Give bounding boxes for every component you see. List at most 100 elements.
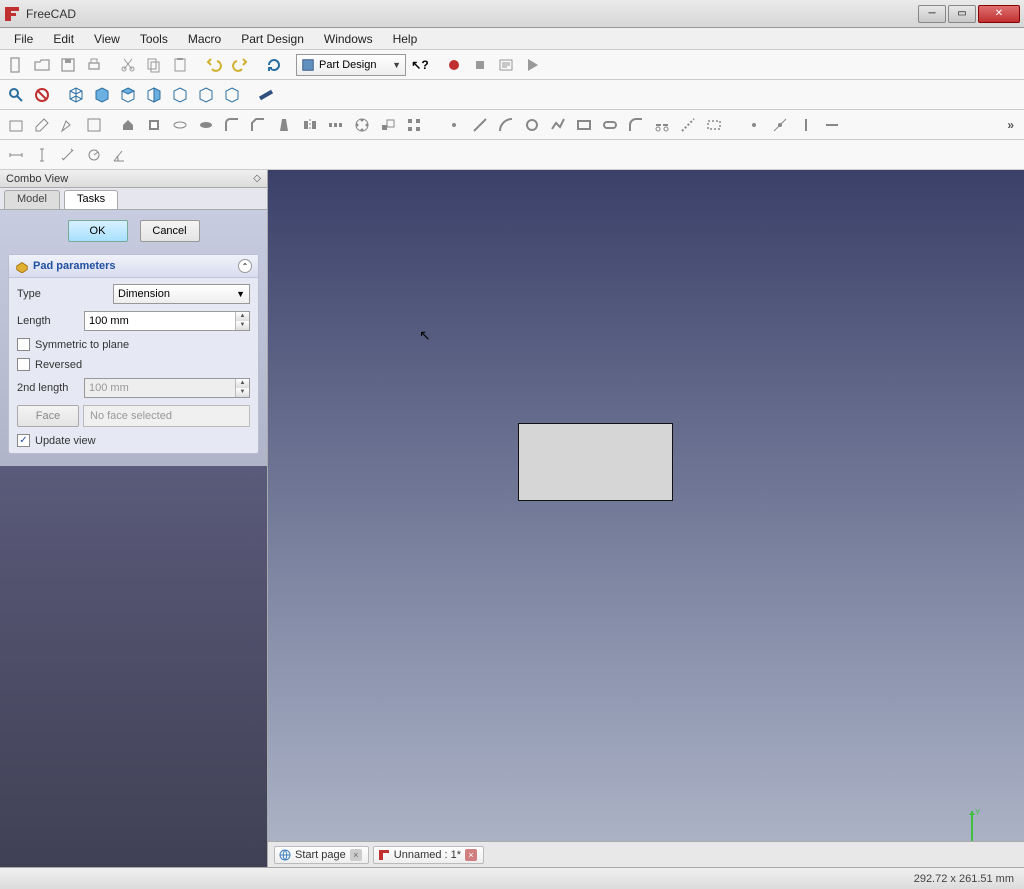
cn-vertical-icon[interactable] — [794, 113, 818, 137]
cn-radius-icon[interactable] — [82, 143, 106, 167]
sk-polyline-icon[interactable] — [546, 113, 570, 137]
stop-macro-icon[interactable] — [468, 53, 492, 77]
face-button[interactable]: Face — [17, 405, 79, 427]
maximize-button[interactable]: ▭ — [948, 5, 976, 23]
whats-this-icon[interactable]: ↖? — [408, 53, 432, 77]
cn-angle-icon[interactable] — [108, 143, 132, 167]
cn-distance-y-icon[interactable] — [30, 143, 54, 167]
groove-icon[interactable] — [194, 113, 218, 137]
sk-circle-icon[interactable] — [520, 113, 544, 137]
3d-viewport[interactable]: ↖ X Y Z Start page × Unnamed : 1* × — [268, 170, 1024, 867]
linear-pattern-icon[interactable] — [324, 113, 348, 137]
cursor-icon: ↖ — [419, 327, 431, 344]
menu-windows[interactable]: Windows — [314, 30, 383, 48]
paste-icon[interactable] — [168, 53, 192, 77]
fillet-icon[interactable] — [220, 113, 244, 137]
multitransform-icon[interactable] — [402, 113, 426, 137]
collapse-group-icon[interactable]: ⌃ — [238, 259, 252, 273]
statusbar: 292.72 x 261.51 mm — [0, 867, 1024, 889]
map-sketch-icon[interactable] — [82, 113, 106, 137]
mirrored-icon[interactable] — [298, 113, 322, 137]
rear-view-icon[interactable] — [168, 83, 192, 107]
doc-tab-unnamed[interactable]: Unnamed : 1* × — [373, 846, 484, 864]
status-position: 292.72 x 261.51 mm — [914, 873, 1014, 885]
menu-file[interactable]: File — [4, 30, 43, 48]
isometric-view-icon[interactable] — [64, 83, 88, 107]
scaled-icon[interactable] — [376, 113, 400, 137]
tab-tasks[interactable]: Tasks — [64, 190, 118, 209]
toolbar-overflow-icon[interactable]: » — [1001, 118, 1020, 132]
revolution-icon[interactable] — [168, 113, 192, 137]
refresh-icon[interactable] — [262, 53, 286, 77]
copy-icon[interactable] — [142, 53, 166, 77]
menu-partdesign[interactable]: Part Design — [231, 30, 314, 48]
draw-style-icon[interactable] — [30, 83, 54, 107]
execute-macro-icon[interactable] — [520, 53, 544, 77]
cn-pointline-icon[interactable] — [768, 113, 792, 137]
sk-fillet-icon[interactable] — [624, 113, 648, 137]
minimize-button[interactable]: ─ — [918, 5, 946, 23]
symmetric-checkbox[interactable] — [17, 338, 30, 351]
record-macro-icon[interactable] — [442, 53, 466, 77]
cn-distance-x-icon[interactable] — [4, 143, 28, 167]
menu-edit[interactable]: Edit — [43, 30, 84, 48]
redo-icon[interactable] — [228, 53, 252, 77]
sk-construction-icon[interactable] — [702, 113, 726, 137]
sk-trim-icon[interactable] — [650, 113, 674, 137]
workbench-selector[interactable]: Part Design ▼ — [296, 54, 406, 76]
right-view-icon[interactable] — [142, 83, 166, 107]
measure-icon[interactable] — [254, 83, 278, 107]
spin-up-icon[interactable]: ▲ — [236, 312, 249, 321]
top-view-icon[interactable] — [116, 83, 140, 107]
spin-down-icon[interactable]: ▼ — [236, 321, 249, 330]
front-view-icon[interactable] — [90, 83, 114, 107]
sk-arc-icon[interactable] — [494, 113, 518, 137]
cn-horizontal-icon[interactable] — [820, 113, 844, 137]
menu-tools[interactable]: Tools — [130, 30, 178, 48]
ok-button[interactable]: OK — [68, 220, 128, 242]
sk-point-icon[interactable] — [442, 113, 466, 137]
undo-icon[interactable] — [202, 53, 226, 77]
pad-icon[interactable] — [116, 113, 140, 137]
update-view-checkbox[interactable]: ✓ — [17, 434, 30, 447]
dock-float-icon[interactable]: ◇ — [253, 173, 261, 184]
menu-view[interactable]: View — [84, 30, 130, 48]
macros-icon[interactable] — [494, 53, 518, 77]
length-input[interactable]: ▲▼ — [84, 311, 250, 331]
leave-sketch-icon[interactable] — [56, 113, 80, 137]
fit-all-icon[interactable] — [4, 83, 28, 107]
draft-icon[interactable] — [272, 113, 296, 137]
type-select[interactable]: Dimension ▼ — [113, 284, 250, 304]
cn-coincident-icon[interactable] — [742, 113, 766, 137]
chevron-down-icon: ▼ — [236, 289, 245, 299]
save-icon[interactable] — [56, 53, 80, 77]
left-view-icon[interactable] — [220, 83, 244, 107]
reversed-checkbox[interactable] — [17, 358, 30, 371]
cn-distance-icon[interactable] — [56, 143, 80, 167]
new-sketch-icon[interactable] — [4, 113, 28, 137]
polar-pattern-icon[interactable] — [350, 113, 374, 137]
close-tab-icon[interactable]: × — [350, 849, 362, 861]
cancel-button[interactable]: Cancel — [140, 220, 200, 242]
sk-line-icon[interactable] — [468, 113, 492, 137]
cut-icon[interactable] — [116, 53, 140, 77]
doc-tab-start[interactable]: Start page × — [274, 846, 369, 864]
globe-icon — [279, 849, 291, 861]
tab-model[interactable]: Model — [4, 190, 60, 209]
print-icon[interactable] — [82, 53, 106, 77]
sk-rectangle-icon[interactable] — [572, 113, 596, 137]
menu-help[interactable]: Help — [383, 30, 428, 48]
sk-external-icon[interactable] — [676, 113, 700, 137]
chamfer-icon[interactable] — [246, 113, 270, 137]
edit-sketch-icon[interactable] — [30, 113, 54, 137]
sk-slot-icon[interactable] — [598, 113, 622, 137]
close-tab-icon[interactable]: × — [465, 849, 477, 861]
length-field[interactable] — [85, 312, 235, 330]
pad-preview-shape[interactable] — [518, 423, 673, 501]
open-file-icon[interactable] — [30, 53, 54, 77]
menu-macro[interactable]: Macro — [178, 30, 231, 48]
pocket-icon[interactable] — [142, 113, 166, 137]
new-file-icon[interactable] — [4, 53, 28, 77]
close-button[interactable]: ✕ — [978, 5, 1020, 23]
bottom-view-icon[interactable] — [194, 83, 218, 107]
